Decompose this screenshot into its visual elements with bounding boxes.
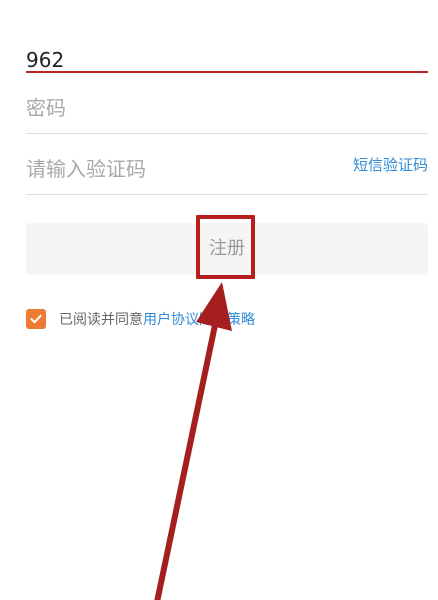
phone-value: 962 [26,48,65,72]
register-button[interactable]: 注册 [26,223,428,275]
sms-code-button[interactable]: 短信验证码 [353,155,428,175]
password-field[interactable]: 密码 [26,73,428,134]
agreement-checkbox[interactable] [26,309,46,329]
password-placeholder: 密码 [26,96,66,120]
phone-field[interactable]: 962 [26,12,428,73]
verification-code-underline [26,194,428,195]
agreement-link[interactable]: 用户协议隐私策略 [143,309,255,329]
verification-code-placeholder: 请输入验证码 [26,157,146,181]
agreement-row: 已阅读并同意 用户协议隐私策略 [26,308,255,330]
annotation-arrow-shaft [154,305,222,600]
check-icon [30,314,42,324]
agreement-text: 已阅读并同意 [59,312,143,328]
